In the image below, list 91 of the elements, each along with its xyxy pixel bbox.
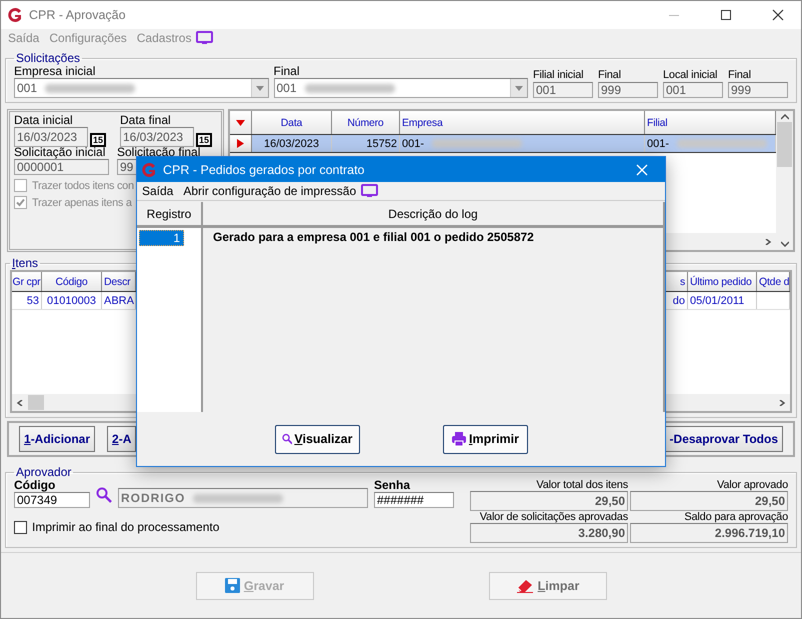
sort-button[interactable] <box>230 111 252 134</box>
column-header[interactable]: Descr <box>102 272 136 291</box>
table-cell: 001- <box>400 135 645 152</box>
column-header[interactable]: Código <box>42 272 102 291</box>
column-header: Registro <box>137 202 201 228</box>
field-label: Local inicial <box>663 69 718 82</box>
checkbox-label: Trazer apenas itens a <box>32 196 132 208</box>
field-label: Final <box>598 69 622 82</box>
value-label: Valor aprovado <box>716 479 788 491</box>
table-cell: 16/03/2023 <box>252 135 332 152</box>
table-row[interactable]: 16/03/2023 15752 001- 001- <box>230 135 776 153</box>
value-label: Valor de solicitações aprovadas <box>478 511 628 523</box>
input-field[interactable]: 999 <box>728 82 788 98</box>
value-label: Saldo para aprovação <box>683 511 788 523</box>
logo-icon <box>7 7 23 23</box>
field-label: Data final <box>120 114 172 127</box>
action-button[interactable]: 1-Adicionar <box>19 426 96 452</box>
field-label: Data inicial <box>14 114 74 127</box>
checkbox[interactable] <box>14 520 27 534</box>
checkbox[interactable] <box>14 179 27 192</box>
group-title: Solicitações <box>15 51 82 65</box>
clear-button[interactable]: Limpar <box>488 572 606 600</box>
value-field: 29,50 <box>630 491 788 511</box>
value-field: 29,50 <box>470 491 628 511</box>
log-text: Gerado para a empresa 001 e filial 001 o pedido 2505872 <box>212 229 535 246</box>
field-label: Senha <box>374 479 412 492</box>
name-field: RODRIGO <box>118 488 368 508</box>
dropdown[interactable]: 001 <box>14 78 268 98</box>
table-cell: 01010003 <box>42 292 102 309</box>
check-icon <box>16 198 25 207</box>
row-pointer-icon <box>236 139 245 148</box>
window-title: CPR - Aprovação <box>29 8 127 22</box>
caret-icon <box>236 118 245 127</box>
checkbox-label: Imprimir ao final do processamento <box>32 520 220 534</box>
scroll-thumb[interactable] <box>777 122 792 167</box>
input-field[interactable]: 999 <box>598 82 658 98</box>
input-field[interactable]: 001 <box>663 82 723 98</box>
field-label: Solicitação inicial <box>14 146 106 159</box>
caret-icon <box>256 86 264 90</box>
checkbox-label: Trazer todos itens con <box>32 180 134 192</box>
input-field[interactable]: 0000001 <box>14 159 109 175</box>
date-field[interactable]: 16/03/2023 <box>14 127 88 147</box>
field-label: Final <box>274 65 301 78</box>
menu-item[interactable]: Saída <box>137 184 178 198</box>
column-header[interactable]: Empresa <box>400 111 645 134</box>
scroll-thumb[interactable] <box>28 395 44 410</box>
field-label: Final <box>728 69 752 82</box>
monitor-icon[interactable] <box>196 31 214 45</box>
table-cell: 15752 <box>332 135 400 152</box>
input-field[interactable]: 007349 <box>14 492 90 508</box>
checkbox[interactable] <box>14 196 27 209</box>
field-label: Filial inicial <box>533 69 584 82</box>
logo-icon <box>141 162 157 178</box>
printer-icon <box>450 431 467 447</box>
password-field[interactable]: ####### <box>374 492 454 508</box>
menu-item[interactable]: Abrir configuração de impressão <box>178 184 362 198</box>
value-label: Valor total dos itens <box>535 479 628 491</box>
calendar-button[interactable]: 15 <box>196 133 212 147</box>
field-label: Empresa inicial <box>14 65 96 78</box>
column-header[interactable]: Qtde d <box>757 272 790 291</box>
value-field: 2.996.719,10 <box>630 523 788 543</box>
date-field[interactable]: 16/03/2023 <box>120 127 194 147</box>
column-header[interactable]: Filial <box>645 111 776 134</box>
caret-icon <box>515 86 523 90</box>
table-cell: 53 <box>12 292 42 309</box>
table-cell: 001- <box>645 135 776 152</box>
table-cell[interactable]: 1 <box>139 230 184 246</box>
column-header[interactable]: Data <box>252 111 332 134</box>
eraser-icon <box>516 578 534 593</box>
close-icon[interactable] <box>772 9 784 21</box>
preview-button[interactable]: Visualizar <box>274 424 360 454</box>
monitor-icon[interactable] <box>361 184 378 198</box>
group-title: Aprovador <box>15 465 72 479</box>
dropdown[interactable]: 001 <box>274 78 528 98</box>
print-button[interactable]: Imprimir <box>442 424 528 454</box>
dialog-title: CPR - Pedidos gerados por contrato <box>163 162 366 176</box>
field-label: Código <box>14 479 56 492</box>
input-field[interactable]: 001 <box>533 82 593 98</box>
scrollbar[interactable] <box>776 111 793 250</box>
maximize-icon[interactable] <box>721 10 731 20</box>
column-header[interactable]: Último pedido <box>688 272 757 291</box>
search-icon[interactable] <box>96 487 112 503</box>
column-header[interactable]: Número <box>332 111 400 134</box>
field-label: Solicitação final <box>117 146 202 159</box>
group-title: Itens <box>11 256 40 270</box>
column-header[interactable]: Gr cpr <box>12 272 42 291</box>
value-field: 3.280,90 <box>470 523 628 543</box>
action-button[interactable]: 2-A <box>107 426 136 452</box>
table-cell: 05/01/2011 <box>688 292 757 309</box>
action-button[interactable]: -Desaprovar Todos <box>664 426 783 452</box>
calendar-button[interactable]: 15 <box>90 133 106 147</box>
